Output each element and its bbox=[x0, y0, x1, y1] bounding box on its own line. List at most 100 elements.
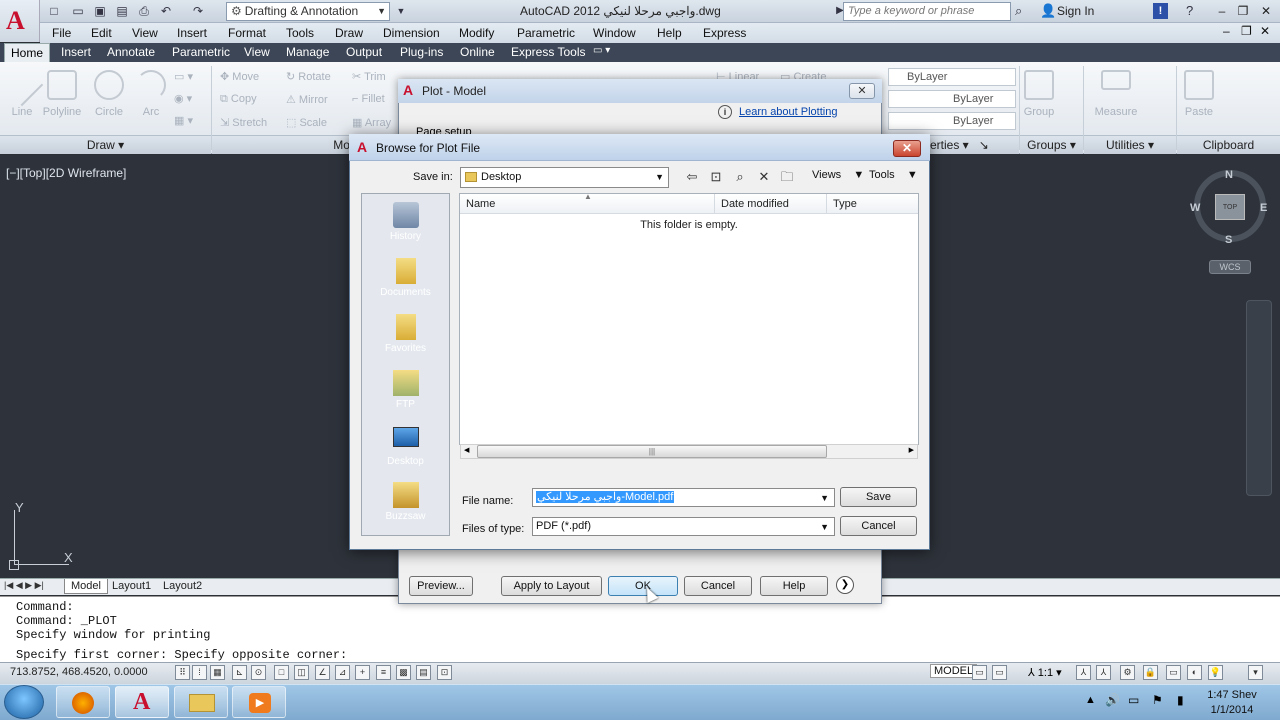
menu-dimension[interactable]: Dimension bbox=[383, 26, 440, 40]
tray-expand-icon[interactable]: ▲ bbox=[1085, 694, 1096, 706]
arc-tool[interactable]: Arc bbox=[136, 70, 166, 118]
tab-online[interactable]: Online bbox=[460, 45, 495, 59]
close-button[interactable]: ✕ bbox=[1256, 2, 1276, 20]
panel-draw[interactable]: Draw ▾ bbox=[0, 135, 211, 154]
ribbon-minimize-icon[interactable]: ▭ ▾ bbox=[593, 45, 610, 56]
coordinate-readout[interactable]: 713.8752, 468.4520, 0.0000 bbox=[10, 666, 148, 678]
save-in-dropdown[interactable]: Desktop ▼ bbox=[460, 167, 669, 188]
learn-about-plotting-link[interactable]: Learn about Plotting bbox=[739, 106, 837, 118]
menu-tools[interactable]: Tools bbox=[286, 26, 314, 40]
panel-properties[interactable]: erties ▾ ↘ bbox=[929, 135, 1019, 154]
menu-minimize-button[interactable]: – bbox=[1223, 24, 1230, 38]
save-as-icon[interactable]: ▤ bbox=[114, 3, 130, 19]
start-button[interactable] bbox=[4, 685, 44, 719]
binoculars-icon[interactable]: ⌕ bbox=[1015, 3, 1022, 19]
scroll-right-icon[interactable]: ▶ bbox=[909, 446, 914, 454]
scrollbar-thumb[interactable]: ||| bbox=[477, 445, 827, 458]
annotation-visibility-icon[interactable]: ⅄ bbox=[1076, 665, 1091, 680]
trim-tool[interactable]: ✂ Trim bbox=[352, 70, 386, 83]
search-web-icon[interactable]: ⌕ bbox=[732, 169, 748, 185]
command-prompt[interactable]: Specify first corner: Specify opposite c… bbox=[16, 648, 347, 662]
status-menu-icon[interactable]: ▾ bbox=[1248, 665, 1263, 680]
3dosnap-toggle[interactable]: ◫ bbox=[294, 665, 309, 680]
file-name-input[interactable]: واجبي مرحلا لنيكي-Model.pdf ▼ bbox=[532, 488, 835, 507]
lineweight-dropdown[interactable]: ByLayer bbox=[888, 112, 1016, 130]
column-date-modified[interactable]: Date modified bbox=[714, 194, 789, 214]
snap-toggle[interactable]: ⠿ bbox=[175, 665, 190, 680]
circle-tool[interactable]: Circle bbox=[92, 70, 126, 118]
hardware-acceleration-icon[interactable]: ▭ bbox=[1166, 665, 1181, 680]
wcs-menu[interactable]: WCS bbox=[1209, 260, 1251, 274]
tab-annotate[interactable]: Annotate bbox=[107, 45, 155, 59]
color-dropdown[interactable]: ByLayer bbox=[888, 68, 1016, 86]
grid-toggle[interactable]: ▦ bbox=[210, 665, 225, 680]
up-folder-icon[interactable]: ⊡ bbox=[708, 169, 724, 185]
move-tool[interactable]: ✥ Move bbox=[220, 70, 259, 83]
help-search-input[interactable]: Type a keyword or phrase bbox=[843, 2, 1011, 21]
preview-button[interactable]: Preview... bbox=[409, 576, 473, 596]
menu-insert[interactable]: Insert bbox=[177, 26, 207, 40]
paste-tool[interactable]: Paste bbox=[1180, 70, 1218, 118]
scroll-left-icon[interactable]: ◀ bbox=[464, 446, 469, 454]
place-documents[interactable]: Documents bbox=[361, 258, 450, 298]
place-favorites[interactable]: Favorites bbox=[361, 314, 450, 354]
workspace-dropdown[interactable]: ⚙ Drafting & Annotation ▼ bbox=[226, 2, 390, 21]
menu-close-button[interactable]: ✕ bbox=[1260, 24, 1270, 38]
tab-plug-ins[interactable]: Plug-ins bbox=[400, 45, 443, 59]
redo-icon[interactable]: ↷ bbox=[190, 3, 206, 19]
command-window[interactable]: Command: Command: _PLOT Specify window f… bbox=[0, 596, 1280, 662]
undo-icon[interactable]: ↶ bbox=[158, 3, 174, 19]
osnap-toggle[interactable]: □ bbox=[274, 665, 289, 680]
panel-clipboard[interactable]: Clipboard bbox=[1177, 135, 1280, 154]
tab-model[interactable]: Model bbox=[64, 579, 108, 594]
menu-window[interactable]: Window bbox=[593, 26, 636, 40]
sign-in-link[interactable]: Sign In bbox=[1057, 4, 1094, 18]
quick-access-dropdown-icon[interactable]: ▼ bbox=[393, 3, 409, 19]
application-menu-button[interactable]: A bbox=[0, 0, 40, 42]
otrack-toggle[interactable]: ∠ bbox=[315, 665, 330, 680]
views-menu[interactable]: Views ▼ bbox=[812, 169, 864, 181]
plot-close-button[interactable]: ✕ bbox=[849, 83, 875, 99]
workspace-switching-icon[interactable]: ⚙ bbox=[1120, 665, 1135, 680]
menu-restore-button[interactable]: ❐ bbox=[1241, 24, 1252, 38]
browse-cancel-button[interactable]: Cancel bbox=[840, 516, 917, 536]
tab-layout2[interactable]: Layout2 bbox=[157, 579, 208, 594]
place-buzzsaw[interactable]: Buzzsaw bbox=[361, 482, 450, 522]
tab-express-tools[interactable]: Express Tools bbox=[511, 45, 585, 59]
ortho-toggle[interactable]: ⊾ bbox=[232, 665, 247, 680]
rectangle-icon[interactable]: ▭ ▾ bbox=[174, 70, 193, 83]
scale-tool[interactable]: ⬚ Scale bbox=[286, 116, 327, 129]
copy-tool[interactable]: ⧉ Copy bbox=[220, 93, 257, 106]
browse-close-button[interactable]: ✕ bbox=[893, 140, 921, 157]
menu-help[interactable]: Help bbox=[657, 26, 682, 40]
new-icon[interactable]: □ bbox=[46, 3, 62, 19]
viewcube-face[interactable]: TOP bbox=[1215, 194, 1245, 220]
menu-draw[interactable]: Draw bbox=[335, 26, 363, 40]
navigation-bar[interactable] bbox=[1246, 300, 1272, 496]
polar-toggle[interactable]: ⊙ bbox=[251, 665, 266, 680]
line-tool[interactable]: Line bbox=[0, 63, 44, 118]
tab-manage[interactable]: Manage bbox=[286, 45, 329, 59]
viewport-controls[interactable]: [−][Top][2D Wireframe] bbox=[6, 166, 126, 180]
apply-to-layout-button[interactable]: Apply to Layout bbox=[501, 576, 602, 596]
menu-view[interactable]: View bbox=[132, 26, 158, 40]
panel-groups[interactable]: Groups ▾ bbox=[1020, 135, 1083, 154]
place-ftp[interactable]: FTP bbox=[361, 370, 450, 410]
help-button[interactable]: Help bbox=[760, 576, 828, 596]
lweight-toggle[interactable]: ≡ bbox=[376, 665, 391, 680]
transparency-toggle[interactable]: ▩ bbox=[396, 665, 411, 680]
compass-west[interactable]: W bbox=[1190, 202, 1200, 214]
place-history[interactable]: History bbox=[361, 202, 450, 242]
system-clock[interactable]: 1:47 Shev 1/1/2014 bbox=[1200, 688, 1264, 718]
menu-parametric[interactable]: Parametric bbox=[517, 26, 575, 40]
volume-icon[interactable]: 🔊 bbox=[1105, 693, 1120, 707]
column-type[interactable]: Type bbox=[826, 194, 857, 214]
tab-output[interactable]: Output bbox=[346, 45, 382, 59]
cancel-button[interactable]: Cancel bbox=[684, 576, 752, 596]
more-options-button[interactable]: ❯ bbox=[836, 576, 854, 594]
menu-file[interactable]: File bbox=[52, 26, 71, 40]
compass-south[interactable]: S bbox=[1225, 234, 1232, 246]
files-of-type-dropdown[interactable]: PDF (*.pdf) ▼ bbox=[532, 517, 835, 536]
array-tool[interactable]: ▦ Array bbox=[352, 116, 391, 129]
annotation-scale[interactable]: ⅄ 1:1 ▾ bbox=[1028, 666, 1062, 679]
